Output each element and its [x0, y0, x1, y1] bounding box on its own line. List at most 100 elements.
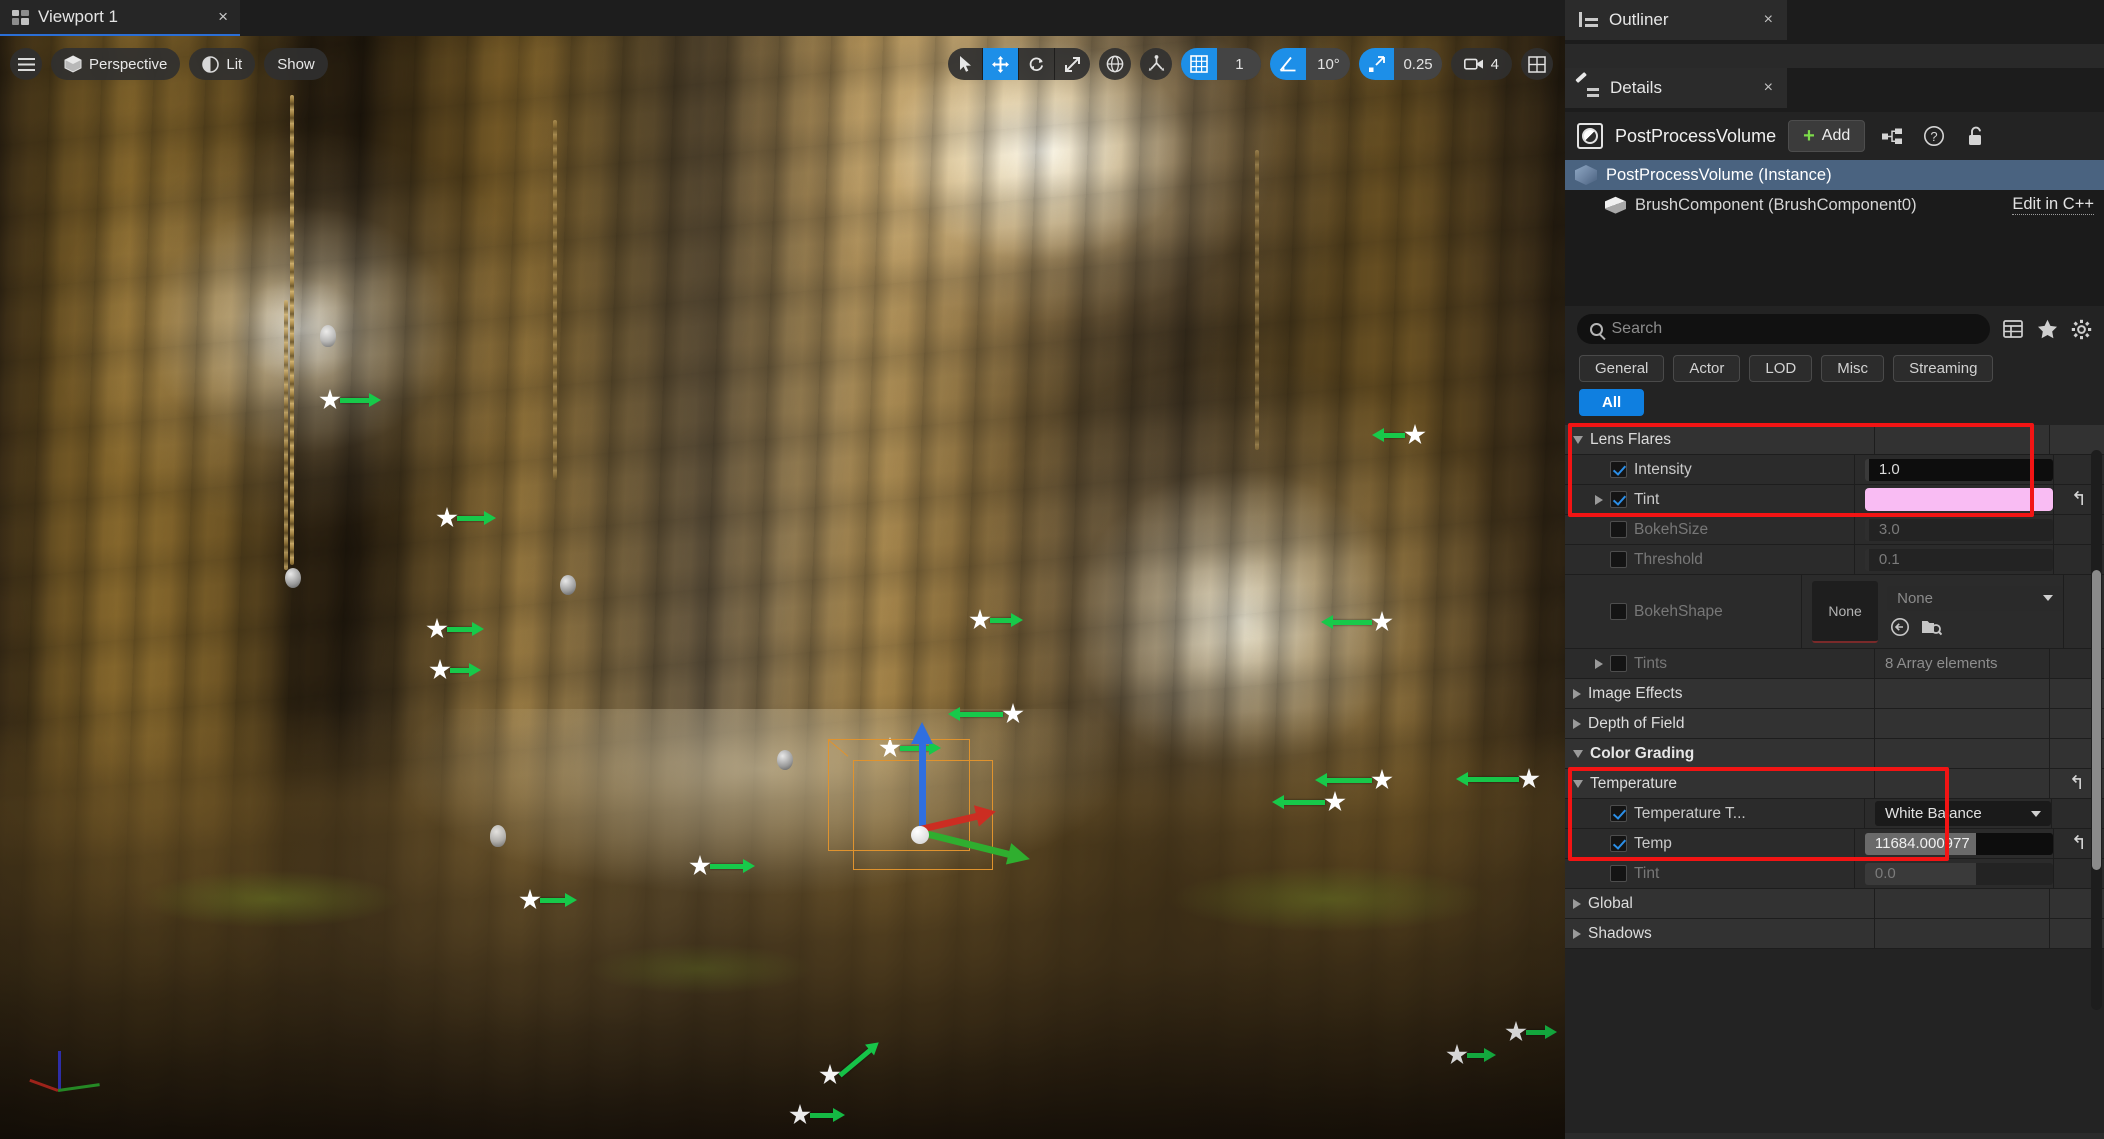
camera-speed-button[interactable]: 4	[1450, 48, 1512, 80]
hamburger-icon	[17, 57, 35, 71]
filter-lod[interactable]: LOD	[1749, 355, 1813, 382]
show-menu-button[interactable]: Show	[264, 48, 328, 80]
grid-snap-value[interactable]: 1	[1217, 48, 1262, 80]
scale-snap-toggle[interactable]	[1359, 48, 1395, 80]
add-component-button[interactable]: + Add	[1788, 120, 1866, 152]
property-row-white-balance-tint[interactable]: Tint 0.0	[1565, 858, 2104, 889]
property-category-lens-flares[interactable]: Lens Flares	[1565, 424, 2104, 455]
chevron-right-icon[interactable]	[1573, 898, 1581, 909]
chevron-right-icon[interactable]	[1595, 494, 1603, 505]
view-mode-button[interactable]: Lit	[189, 48, 256, 80]
tab-outliner[interactable]: Outliner ×	[1565, 0, 1787, 40]
component-row-brushcomponent[interactable]: BrushComponent (BrushComponent0) Edit in…	[1565, 190, 2104, 220]
revert-icon[interactable]: ↰	[2071, 834, 2087, 853]
chevron-right-icon[interactable]	[1573, 718, 1581, 729]
details-scrollbar[interactable]	[2091, 450, 2102, 1010]
revert-icon[interactable]: ↰	[2071, 490, 2087, 509]
viewport-layout-button[interactable]	[1521, 48, 1553, 80]
property-row-tints[interactable]: Tints 8 Array elements	[1565, 648, 2104, 679]
translate-tool-button[interactable]	[983, 48, 1019, 80]
gizmo-z-axis[interactable]	[911, 722, 933, 832]
details-pencil-icon	[1575, 71, 1599, 97]
close-icon[interactable]: ×	[1764, 11, 1773, 29]
chevron-right-icon[interactable]	[1573, 688, 1581, 699]
search-input[interactable]	[1611, 320, 1977, 338]
white-balance-tint-field[interactable]: 0.0	[1864, 862, 2053, 885]
filter-actor[interactable]: Actor	[1673, 355, 1741, 382]
blueprint-icon[interactable]	[1877, 121, 1907, 151]
component-row-postprocessvolume[interactable]: PostProcessVolume (Instance)	[1565, 160, 2104, 190]
temp-value-field[interactable]: 11684.000977	[1864, 832, 2053, 855]
bokehshape-asset-thumbnail[interactable]: None	[1812, 580, 1879, 643]
property-category-color-grading[interactable]: Color Grading	[1565, 738, 2104, 769]
threshold-value-field[interactable]: 0.1	[1864, 548, 2053, 571]
white-balance-tint-checkbox[interactable]	[1610, 865, 1627, 882]
filter-streaming[interactable]: Streaming	[1893, 355, 1994, 382]
search-box[interactable]	[1577, 314, 1990, 344]
coordinate-system-button[interactable]	[1099, 48, 1132, 80]
filter-all[interactable]: All	[1579, 389, 1645, 416]
property-row-temperature-type[interactable]: Temperature T... White Balance	[1565, 798, 2104, 829]
chevron-down-icon	[2030, 810, 2041, 817]
browse-to-asset-icon[interactable]	[1889, 616, 1911, 638]
close-icon[interactable]: ×	[218, 7, 228, 27]
chevron-down-icon[interactable]	[1573, 749, 1583, 758]
favorites-star-icon[interactable]	[2036, 318, 2058, 340]
revert-icon[interactable]: ↰	[2069, 774, 2085, 793]
property-row-temp[interactable]: Temp 11684.000977 ↰	[1565, 828, 2104, 859]
bokehshape-asset-combo[interactable]: None	[1887, 585, 2064, 611]
settings-gear-icon[interactable]	[2070, 318, 2092, 340]
intensity-checkbox[interactable]	[1610, 461, 1627, 478]
search-asset-folder-icon[interactable]	[1920, 616, 1942, 638]
property-category-global[interactable]: Global	[1565, 888, 2104, 919]
rotate-tool-button[interactable]	[1019, 48, 1054, 80]
select-tool-button[interactable]	[948, 48, 982, 80]
tab-viewport-1[interactable]: Viewport 1 ×	[0, 0, 240, 36]
angle-snap-value[interactable]: 10°	[1306, 48, 1351, 80]
camera-speed-scale-value[interactable]: 0.25	[1394, 48, 1442, 80]
property-row-threshold[interactable]: Threshold 0.1	[1565, 544, 2104, 575]
unlock-icon[interactable]	[1961, 121, 1991, 151]
gizmo-center-handle[interactable]	[911, 826, 929, 844]
property-category-image-effects[interactable]: Image Effects	[1565, 678, 2104, 709]
temperature-type-checkbox[interactable]	[1610, 805, 1627, 822]
tint-color-swatch[interactable]	[1864, 488, 2053, 511]
property-row-bokehshape[interactable]: BokehShape None None	[1565, 574, 2104, 649]
threshold-checkbox[interactable]	[1610, 551, 1627, 568]
property-category-depth-of-field[interactable]: Depth of Field	[1565, 708, 2104, 739]
temperature-type-combo[interactable]: White Balance	[1874, 801, 2051, 826]
property-row-intensity[interactable]: Intensity 1.0	[1565, 454, 2104, 485]
chain-prop	[1255, 150, 1259, 450]
chevron-down-icon[interactable]	[1573, 435, 1583, 444]
edit-in-cpp-link[interactable]: Edit in C++	[2012, 195, 2094, 215]
tab-details[interactable]: Details ×	[1565, 68, 1787, 108]
level-viewport[interactable]: Viewport 1 × Perspective Lit Show 1 10° …	[0, 0, 1565, 1139]
intensity-value-field[interactable]: 1.0	[1864, 458, 2053, 481]
property-row-bokehsize[interactable]: BokehSize 3.0	[1565, 514, 2104, 545]
surface-snap-button[interactable]	[1140, 48, 1173, 80]
column-settings-icon[interactable]	[2002, 318, 2024, 340]
property-subcategory-temperature[interactable]: Temperature ↰	[1565, 768, 2104, 799]
filter-misc[interactable]: Misc	[1821, 355, 1885, 382]
temp-checkbox[interactable]	[1610, 835, 1627, 852]
scrollbar-thumb[interactable]	[2092, 570, 2101, 870]
property-row-tint[interactable]: Tint ↰	[1565, 484, 2104, 515]
chevron-right-icon[interactable]	[1573, 928, 1581, 939]
bokehsize-value-field[interactable]: 3.0	[1864, 518, 2053, 541]
camera-mode-button[interactable]: Perspective	[51, 48, 181, 80]
angle-snap-toggle[interactable]	[1270, 48, 1307, 80]
tint-checkbox[interactable]	[1610, 491, 1627, 508]
help-icon[interactable]: ?	[1919, 121, 1949, 151]
chain-prop	[284, 300, 288, 570]
property-category-shadows[interactable]: Shadows	[1565, 918, 2104, 949]
tints-checkbox[interactable]	[1610, 655, 1627, 672]
scale-tool-button[interactable]	[1055, 48, 1090, 80]
bokehshape-checkbox[interactable]	[1610, 603, 1627, 620]
viewport-options-menu-button[interactable]	[10, 48, 42, 80]
bokehsize-checkbox[interactable]	[1610, 521, 1627, 538]
filter-general[interactable]: General	[1579, 355, 1665, 382]
grid-snap-toggle[interactable]	[1181, 48, 1218, 80]
chevron-right-icon[interactable]	[1595, 658, 1603, 669]
close-icon[interactable]: ×	[1764, 79, 1773, 97]
chevron-down-icon[interactable]	[1573, 779, 1583, 788]
